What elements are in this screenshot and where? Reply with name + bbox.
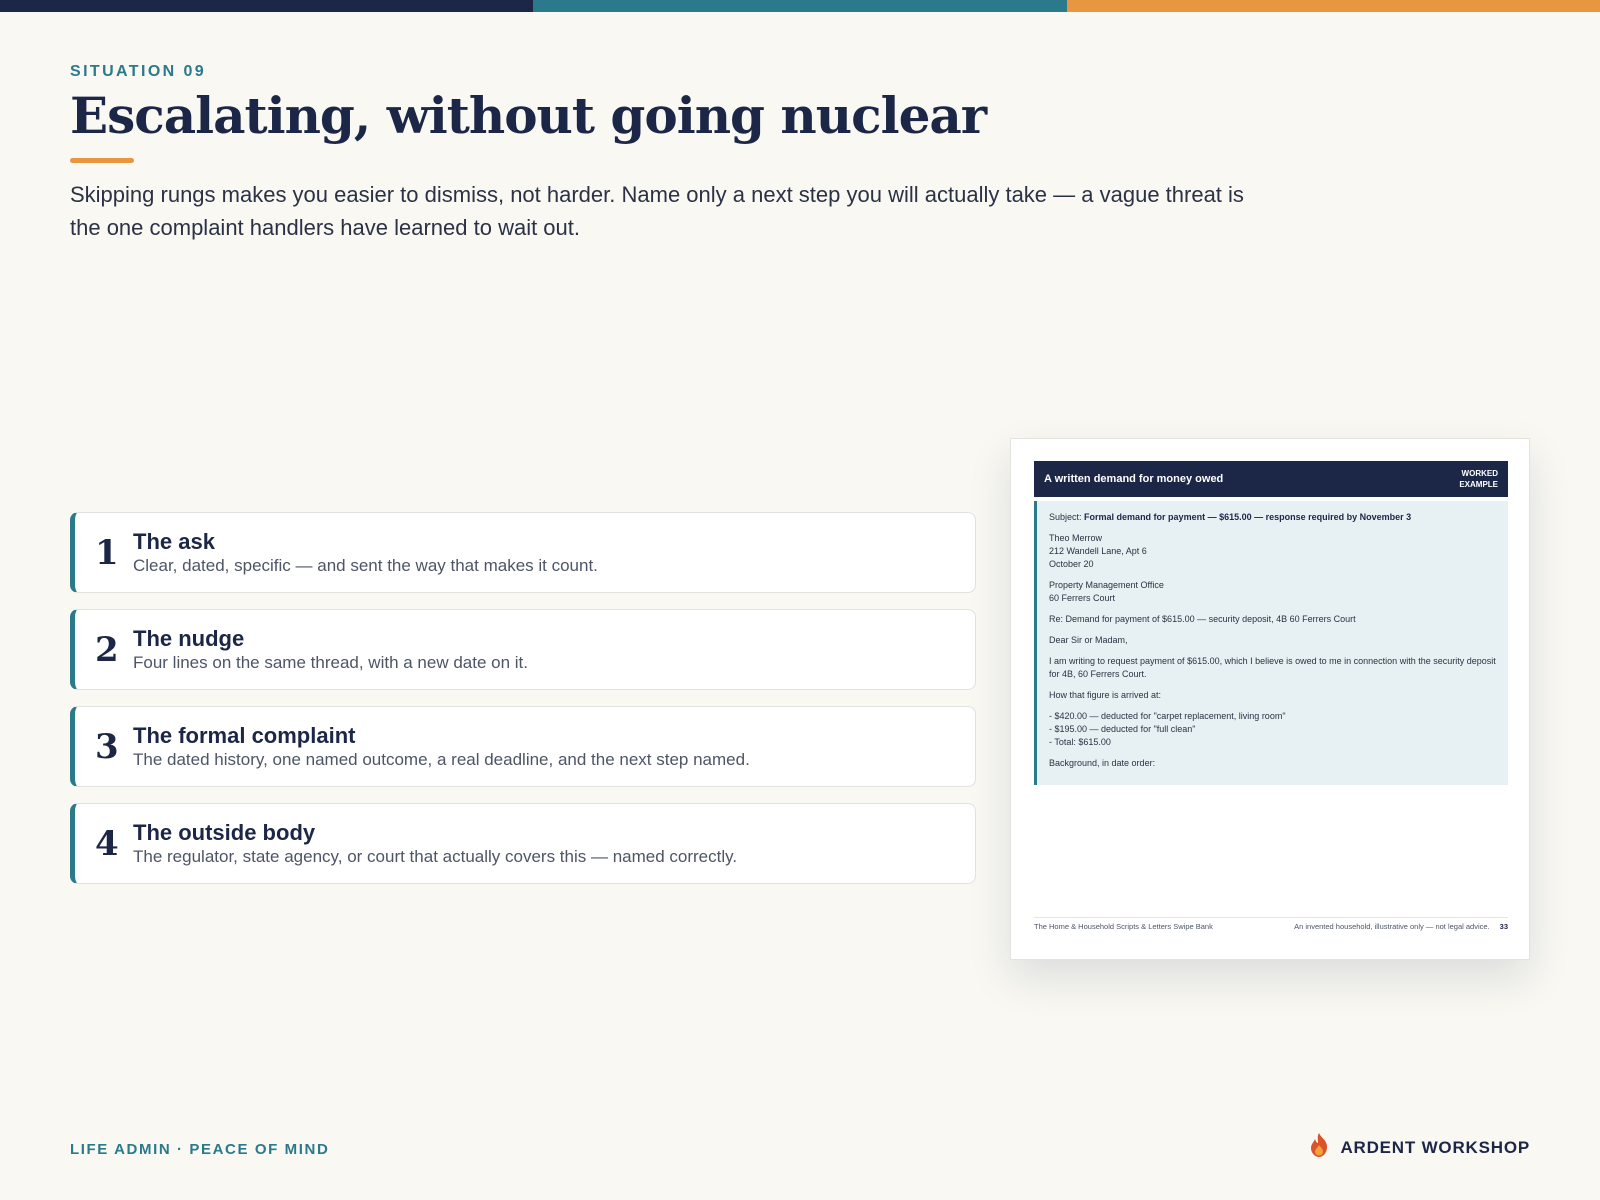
- escalation-steps: 1 The ask Clear, dated, specific — and s…: [70, 512, 976, 900]
- recipient-block: Property Management Office 60 Ferrers Co…: [1049, 580, 1164, 603]
- brand-name: ARDENT WORKSHOP: [1340, 1137, 1530, 1157]
- step-description: Four lines on the same thread, with a ne…: [133, 652, 529, 672]
- step-card-outside-body: 4 The outside body The regulator, state …: [70, 803, 976, 884]
- flame-icon: [1308, 1132, 1330, 1163]
- intro-paragraph: Skipping rungs makes you easier to dismi…: [70, 182, 1244, 240]
- document-footer: The Home & Household Scripts & Letters S…: [1034, 917, 1508, 931]
- intro-paragraph-letter: I am writing to request payment of $615.…: [1049, 656, 1496, 679]
- background-label: Background, in date order:: [1049, 758, 1156, 768]
- re-line: Re: Demand for payment of $615.00 — secu…: [1049, 614, 1356, 624]
- worked-example-document: A written demand for money owed WORKED E…: [1010, 438, 1530, 960]
- step-number: 2: [95, 629, 119, 670]
- document-page-number: 33: [1499, 922, 1508, 931]
- step-card-nudge: 2 The nudge Four lines on the same threa…: [70, 609, 976, 690]
- step-number: 1: [95, 532, 119, 573]
- step-description: The regulator, state agency, or court th…: [133, 846, 738, 866]
- breakdown-item: - $195.00 — deducted for "full clean": [1049, 724, 1196, 734]
- top-bar-navy-segment: [0, 0, 534, 12]
- top-color-bar: [0, 0, 1600, 12]
- step-title: The outside body: [133, 819, 316, 845]
- step-description: Clear, dated, specific — and sent the wa…: [133, 555, 598, 575]
- footer-tagline: LIFE ADMIN · PEACE OF MIND: [70, 1141, 330, 1158]
- step-title: The ask: [133, 528, 215, 554]
- section-eyebrow: SITUATION 09: [70, 63, 207, 80]
- page-title: Escalating, without going nuclear: [70, 86, 987, 145]
- top-bar-orange-segment: [1066, 0, 1600, 12]
- sender-block: Theo Merrow 212 Wandell Lane, Apt 6 Octo…: [1049, 533, 1147, 569]
- breakdown-label: How that figure is arrived at:: [1049, 690, 1162, 700]
- step-title: The formal complaint: [133, 722, 356, 748]
- top-bar-teal-segment: [533, 0, 1067, 12]
- step-number: 3: [95, 726, 119, 767]
- brand-mark: ARDENT WORKSHOP: [1308, 1132, 1530, 1163]
- document-footer-source: The Home & Household Scripts & Letters S…: [1034, 922, 1213, 931]
- breakdown-list: - $420.00 — deducted for "carpet replace…: [1049, 710, 1496, 749]
- worked-example-badge: WORKED EXAMPLE: [1459, 469, 1498, 489]
- step-title: The nudge: [133, 625, 245, 651]
- salutation: Dear Sir or Madam,: [1049, 635, 1128, 645]
- title-underline: [70, 158, 134, 163]
- breakdown-item: - $420.00 — deducted for "carpet replace…: [1049, 711, 1286, 721]
- step-description: The dated history, one named outcome, a …: [133, 749, 750, 769]
- step-card-formal-complaint: 3 The formal complaint The dated history…: [70, 706, 976, 787]
- document-header: A written demand for money owed WORKED E…: [1034, 461, 1508, 497]
- document-footer-note: An invented household, illustrative only…: [1294, 922, 1490, 931]
- step-number: 4: [95, 823, 119, 864]
- breakdown-item: - Total: $615.00: [1049, 737, 1111, 747]
- document-title: A written demand for money owed: [1044, 473, 1224, 485]
- letter-body: Subject: Formal demand for payment — $61…: [1034, 501, 1508, 785]
- letter-subject: Subject: Formal demand for payment — $61…: [1049, 512, 1412, 522]
- step-card-ask: 1 The ask Clear, dated, specific — and s…: [70, 512, 976, 593]
